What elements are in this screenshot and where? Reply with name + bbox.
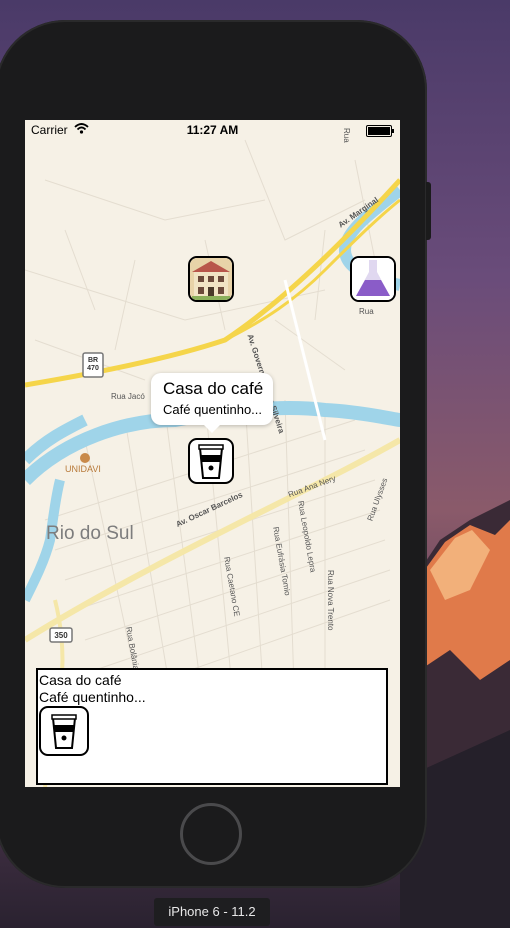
street-label: Rua Nova Trento	[326, 570, 335, 631]
flask-icon	[352, 258, 394, 300]
home-button[interactable]	[180, 803, 242, 865]
detail-image	[39, 706, 89, 756]
coffee-cup-icon	[51, 714, 77, 749]
simulator-device-label: iPhone 6 - 11.2	[154, 898, 270, 926]
annotation-callout[interactable]: Casa do café Café quentinho...	[151, 373, 273, 433]
battery-icon	[366, 125, 394, 137]
flask-pin[interactable]	[350, 256, 396, 302]
poi-label-unidavi[interactable]: UNIDAVI	[65, 464, 101, 474]
route-shield-label: 350	[54, 631, 68, 640]
detail-panel: Casa do café Café quentinho...	[36, 668, 388, 785]
callout-subtitle: Café quentinho...	[163, 402, 263, 417]
graduation-cap-icon	[80, 453, 90, 463]
clock: 11:27 AM	[186, 123, 239, 137]
street-label: Rua	[359, 307, 374, 316]
route-shield-label: BR 470	[87, 357, 99, 372]
house-pin[interactable]	[188, 256, 234, 302]
house-icon	[190, 258, 232, 300]
side-button	[426, 182, 431, 240]
status-bar: Carrier 11:27 AM	[25, 120, 400, 140]
detail-title: Casa do café	[39, 672, 122, 688]
app-screen: BR 470 350 UNIDAVI Rio do Sul Av. Margin…	[25, 120, 400, 787]
city-label: Rio do Sul	[46, 523, 134, 544]
coffee-pin[interactable]	[188, 438, 234, 484]
street-label: Rua Jacó	[111, 392, 145, 401]
detail-subtitle: Café quentinho...	[39, 689, 146, 705]
callout-title: Casa do café	[163, 379, 264, 398]
coffee-cup-icon	[198, 444, 224, 479]
